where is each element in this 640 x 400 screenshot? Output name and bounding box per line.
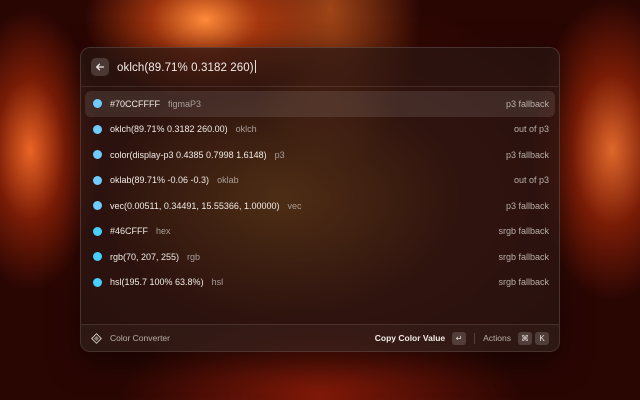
search-input[interactable]: oklch(89.71% 0.3182 260): [117, 60, 256, 74]
arrow-left-icon: [96, 63, 105, 71]
back-button[interactable]: [91, 58, 109, 76]
launcher-window: oklch(89.71% 0.3182 260) #70CCFFFF figma…: [80, 47, 560, 352]
list-item[interactable]: oklch(89.71% 0.3182 260.00) oklch out of…: [85, 117, 555, 143]
results-list: #70CCFFFF figmaP3 p3 fallback oklch(89.7…: [81, 87, 559, 295]
text-caret: [254, 60, 256, 73]
color-format: vec: [287, 200, 302, 211]
color-format: oklab: [217, 175, 239, 186]
extension-name: Color Converter: [110, 333, 170, 343]
list-item[interactable]: #46CFFF hex srgb fallback: [85, 219, 555, 245]
color-swatch: [93, 99, 102, 109]
color-value: vec(0.00511, 0.34491, 15.55366, 1.00000): [110, 200, 280, 211]
gamut-status: out of p3: [513, 124, 549, 135]
color-format: p3: [274, 149, 285, 160]
color-format: hex: [156, 226, 171, 237]
divider: [474, 332, 476, 344]
list-item[interactable]: oklab(89.71% -0.06 -0.3) oklab out of p3: [85, 168, 555, 194]
list-item[interactable]: rgb(70, 207, 255) rgb srgb fallback: [85, 244, 555, 270]
color-value: color(display-p3 0.4385 0.7998 1.6148): [110, 149, 267, 160]
color-converter-icon: [91, 332, 102, 344]
list-item[interactable]: color(display-p3 0.4385 0.7998 1.6148) p…: [85, 142, 555, 168]
list-item[interactable]: #70CCFFFF figmaP3 p3 fallback: [85, 91, 555, 117]
color-value: hsl(195.7 100% 63.8%): [110, 277, 204, 288]
gamut-status: srgb fallback: [498, 251, 549, 262]
search-query: oklch(89.71% 0.3182 260): [117, 62, 254, 74]
action-bar: Color Converter Copy Color Value ↵ Actio…: [81, 324, 559, 351]
color-swatch: [93, 150, 102, 160]
color-value: oklab(89.71% -0.06 -0.3): [110, 175, 210, 186]
gamut-status: srgb fallback: [498, 277, 549, 288]
search-bar: oklch(89.71% 0.3182 260): [81, 48, 559, 87]
color-value: #70CCFFFF: [110, 98, 161, 109]
color-value: rgb(70, 207, 255): [110, 251, 180, 262]
copy-color-value-button[interactable]: Copy Color Value: [375, 333, 445, 343]
actions-button[interactable]: Actions: [483, 333, 511, 343]
color-format: oklch: [235, 124, 257, 135]
color-swatch: [93, 124, 102, 134]
list-item[interactable]: hsl(195.7 100% 63.8%) hsl srgb fallback: [85, 270, 555, 296]
gamut-status: p3 fallback: [505, 200, 549, 211]
color-swatch: [93, 201, 102, 211]
color-format: rgb: [187, 251, 201, 262]
color-swatch: [93, 226, 102, 236]
color-format: figmaP3: [168, 98, 202, 109]
return-key-icon: ↵: [452, 331, 467, 345]
gamut-status: p3 fallback: [505, 149, 549, 160]
color-format: hsl: [211, 277, 224, 288]
color-value: oklch(89.71% 0.3182 260.00): [110, 124, 228, 135]
footer-actions: Copy Color Value ↵ Actions ⌘ K: [375, 331, 549, 345]
list-item[interactable]: vec(0.00511, 0.34491, 15.55366, 1.00000)…: [85, 193, 555, 219]
gamut-status: srgb fallback: [498, 226, 549, 237]
color-swatch: [93, 252, 102, 262]
gamut-status: out of p3: [513, 175, 549, 186]
command-key-icon: ⌘: [518, 331, 532, 345]
color-swatch: [93, 175, 102, 185]
k-key: K: [535, 331, 549, 345]
color-value: #46CFFF: [110, 226, 149, 237]
color-swatch: [93, 277, 102, 287]
gamut-status: p3 fallback: [505, 98, 549, 109]
